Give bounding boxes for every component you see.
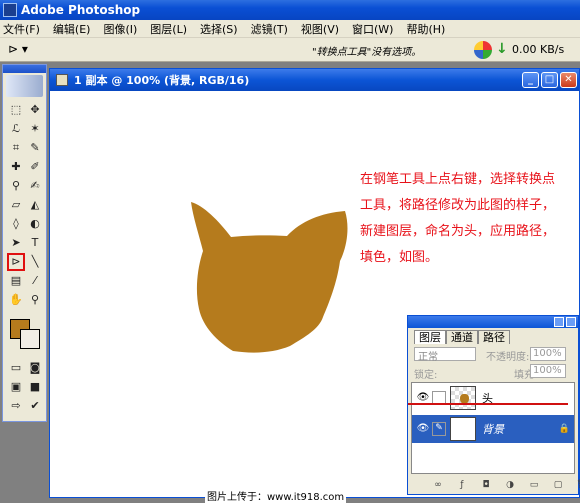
jump-to-imageready-icon[interactable]: ⇨: [7, 397, 25, 415]
layer-name: 背景: [482, 423, 504, 436]
network-monitor-icon: [474, 41, 492, 59]
history-brush-tool-icon[interactable]: ✍: [26, 177, 44, 195]
trash-icon[interactable]: 🗑: [576, 479, 580, 491]
menu-bar: 文件(F) 编辑(E) 图像(I) 图层(L) 选择(S) 滤镜(T) 视图(V…: [0, 20, 580, 38]
menu-file[interactable]: 文件(F): [3, 21, 40, 37]
notes-tool-icon[interactable]: ▤: [7, 272, 25, 290]
blur-tool-icon[interactable]: ◊: [7, 215, 25, 233]
layer-thumbnail: [450, 386, 476, 410]
feather-logo-icon[interactable]: [6, 75, 43, 97]
crop-tool-icon[interactable]: ⌗: [7, 139, 25, 157]
menu-select[interactable]: 选择(S): [200, 21, 238, 37]
standard-mode-icon[interactable]: ▭: [7, 359, 25, 377]
convert-point-tool-icon[interactable]: ⊳: [7, 253, 25, 271]
clone-stamp-tool-icon[interactable]: ⚲: [7, 177, 25, 195]
brush-icon[interactable]: ✎: [432, 422, 446, 436]
type-tool-icon[interactable]: T: [26, 234, 44, 252]
tool-preset-picker-icon[interactable]: ⊳ ▾: [8, 42, 42, 58]
menu-image[interactable]: 图像(I): [103, 21, 137, 37]
blend-mode-select[interactable]: 正常: [414, 347, 476, 363]
move-tool-icon[interactable]: ✥: [26, 101, 44, 119]
layer-style-icon[interactable]: ƒ: [456, 479, 468, 491]
app-title: Adobe Photoshop: [21, 3, 141, 17]
layers-panel-footer: ∞ ƒ ◘ ◑ ▭ ▢ 🗑: [432, 479, 580, 491]
fill-field[interactable]: 100%: [530, 364, 566, 378]
document-title: 1 副本 @ 100% (背景, RGB/16): [74, 74, 250, 87]
quick-mask-mode-icon[interactable]: ◙: [26, 359, 44, 377]
magic-wand-tool-icon[interactable]: ✶: [26, 120, 44, 138]
eye-icon[interactable]: 👁: [416, 423, 430, 435]
cat-head-shape: [191, 202, 348, 353]
screen-mode-icon[interactable]: ▣: [7, 378, 25, 396]
link-layers-icon[interactable]: ∞: [432, 479, 444, 491]
app-title-bar: Adobe Photoshop: [0, 0, 580, 20]
paint-bucket-tool-icon[interactable]: ◭: [26, 196, 44, 214]
tab-layers[interactable]: 图层: [414, 330, 446, 344]
layer-thumbnail: [450, 417, 476, 441]
document-title-bar[interactable]: 1 副本 @ 100% (背景, RGB/16) _ □ ✕: [50, 69, 579, 91]
watermark: 图片上传于：www.it918.com: [205, 488, 347, 503]
close-icon[interactable]: ✕: [560, 72, 577, 88]
background-color-swatch[interactable]: [20, 329, 40, 349]
hand-tool-icon[interactable]: ✋: [7, 291, 25, 309]
menu-view[interactable]: 视图(V): [301, 21, 339, 37]
photoshop-logo-icon: [3, 3, 17, 17]
layer-row-head[interactable]: 👁 头: [412, 384, 574, 412]
healing-brush-tool-icon[interactable]: ✚: [7, 158, 25, 176]
menu-edit[interactable]: 编辑(E): [53, 21, 91, 37]
marquee-tool-icon[interactable]: ⬚: [7, 101, 25, 119]
lasso-tool-icon[interactable]: ℒ: [7, 120, 25, 138]
menu-layer[interactable]: 图层(L): [150, 21, 187, 37]
options-bar: ⊳ ▾ "转换点工具"没有选项。 ↓ 0.00 KB/s: [0, 38, 580, 62]
minimize-icon[interactable]: _: [522, 72, 539, 88]
document-icon: [56, 74, 68, 86]
lock-label: 锁定:: [414, 370, 438, 381]
full-screen-mode-icon[interactable]: ■: [26, 378, 44, 396]
menu-help[interactable]: 帮助(H): [406, 21, 445, 37]
eyedropper-tool-icon[interactable]: ⁄: [26, 272, 44, 290]
opacity-label: 不透明度:: [486, 352, 530, 363]
toolbox: ⬚ ✥ ℒ ✶ ⌗ ✎ ✚ ✐ ⚲ ✍ ▱ ◭ ◊ ◐ ➤ T ⊳ ╲ ▤ ⁄ …: [2, 64, 47, 422]
maximize-icon[interactable]: □: [541, 72, 558, 88]
options-message: "转换点工具"没有选项。: [312, 47, 422, 58]
download-arrow-icon: ↓: [496, 41, 508, 57]
panel-minimize-icon[interactable]: [554, 317, 564, 327]
adjustment-layer-icon[interactable]: ◑: [504, 479, 516, 491]
layer-row-background[interactable]: 👁 ✎ 背景 🔒: [412, 415, 574, 443]
tab-paths[interactable]: 路径: [478, 330, 510, 344]
layers-panel: 图层 通道 路径 正常 不透明度: 100% 锁定: 填充: 100% 👁 头 …: [407, 315, 580, 495]
menu-window[interactable]: 窗口(W): [352, 21, 393, 37]
zoom-tool-icon[interactable]: ⚲: [26, 291, 44, 309]
layer-mask-icon[interactable]: ◘: [480, 479, 492, 491]
panel-close-icon[interactable]: [566, 317, 576, 327]
lock-icon: 🔒: [558, 424, 570, 434]
dodge-tool-icon[interactable]: ◐: [26, 215, 44, 233]
opacity-field[interactable]: 100%: [530, 347, 566, 361]
instruction-text: 在钢笔工具上点右键，选择转换点工具，将路径修改为此图的样子，新建图层，命名为头，…: [360, 172, 556, 265]
line-tool-icon[interactable]: ╲: [26, 253, 44, 271]
slice-tool-icon[interactable]: ✎: [26, 139, 44, 157]
toolbox-header: [3, 65, 46, 73]
network-speed: 0.00 KB/s: [512, 43, 565, 56]
layer-list: 👁 头 👁 ✎ 背景 🔒: [411, 382, 575, 474]
new-group-icon[interactable]: ▭: [528, 479, 540, 491]
eraser-tool-icon[interactable]: ▱: [7, 196, 25, 214]
layers-panel-header[interactable]: [408, 316, 578, 328]
cat-head-path: [191, 202, 348, 353]
checkmark-icon[interactable]: ✔: [26, 397, 44, 415]
new-layer-icon[interactable]: ▢: [552, 479, 564, 491]
path-selection-tool-icon[interactable]: ➤: [7, 234, 25, 252]
panel-tabs: 图层 通道 路径: [414, 330, 510, 344]
red-annotation-line: [408, 403, 568, 405]
tab-channels[interactable]: 通道: [446, 330, 478, 344]
menu-filter[interactable]: 滤镜(T): [251, 21, 288, 37]
brush-tool-icon[interactable]: ✐: [26, 158, 44, 176]
